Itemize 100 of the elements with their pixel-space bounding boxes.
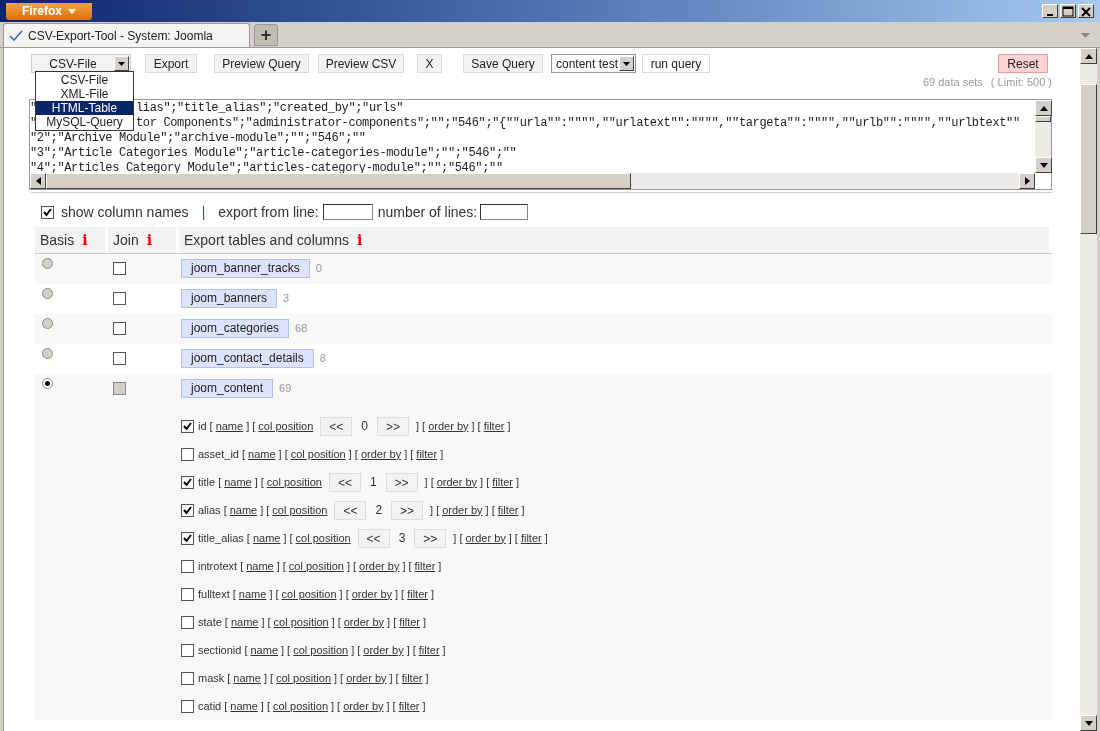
column-link[interactable]: order by xyxy=(436,473,478,491)
radio-button[interactable] xyxy=(42,348,53,359)
input-field[interactable] xyxy=(480,204,529,220)
column-link[interactable]: order by xyxy=(363,641,404,659)
table-name-tag[interactable]: joom_banners xyxy=(181,289,278,308)
close-button[interactable] xyxy=(1078,4,1094,18)
checkbox[interactable] xyxy=(181,615,194,629)
column-link[interactable]: order by xyxy=(465,529,506,547)
checkbox[interactable] xyxy=(181,643,194,657)
checkbox[interactable] xyxy=(181,503,194,517)
checkbox[interactable] xyxy=(41,205,54,219)
scrollbar-thumb[interactable] xyxy=(46,173,631,189)
column-link[interactable]: col position xyxy=(266,473,322,491)
move-right-button[interactable]: >> xyxy=(385,472,418,492)
checkbox[interactable] xyxy=(113,322,126,335)
move-left-button[interactable]: << xyxy=(328,472,361,492)
column-link[interactable]: name xyxy=(229,501,258,519)
move-right-button[interactable]: >> xyxy=(377,416,409,436)
info-icon[interactable]: i xyxy=(146,229,152,251)
scroll-left-button[interactable] xyxy=(30,173,46,189)
move-right-button[interactable]: >> xyxy=(391,500,424,520)
column-link[interactable]: filter xyxy=(418,641,440,659)
column-link[interactable]: name xyxy=(230,613,259,631)
column-link[interactable]: name xyxy=(250,641,278,659)
column-link[interactable]: name xyxy=(233,669,261,687)
toolbar-button[interactable]: Export xyxy=(145,54,197,73)
checkbox[interactable] xyxy=(181,447,194,461)
radio-button[interactable] xyxy=(42,378,53,389)
scroll-up-button[interactable] xyxy=(1035,100,1052,116)
maximize-button[interactable] xyxy=(1060,4,1076,18)
checkbox[interactable] xyxy=(181,671,194,685)
column-link[interactable]: order by xyxy=(343,613,385,631)
column-link[interactable]: order by xyxy=(343,697,384,715)
scrollbar-thumb[interactable] xyxy=(1080,84,1097,234)
column-link[interactable]: name xyxy=(252,529,281,547)
input-field[interactable] xyxy=(322,204,373,220)
column-link[interactable]: order by xyxy=(428,417,469,435)
column-link[interactable]: filter xyxy=(407,585,428,603)
table-name-tag[interactable]: joom_content xyxy=(181,379,274,398)
radio-button[interactable] xyxy=(42,258,53,269)
dropdown-option[interactable]: MySQL-Query xyxy=(36,115,133,129)
column-link[interactable]: name xyxy=(224,473,252,491)
column-link[interactable]: filter xyxy=(398,697,420,715)
textarea-horizontal-scrollbar[interactable] xyxy=(30,173,1035,189)
checkbox[interactable] xyxy=(181,475,194,489)
table-name-tag[interactable]: joom_contact_details xyxy=(181,349,314,368)
checkbox[interactable] xyxy=(181,419,194,433)
scroll-down-button[interactable] xyxy=(1080,715,1097,731)
checkbox[interactable] xyxy=(113,262,126,275)
radio-button[interactable] xyxy=(42,288,53,299)
column-link[interactable]: col position xyxy=(272,501,328,519)
column-link[interactable]: name xyxy=(238,585,267,603)
vertical-scrollbar[interactable] xyxy=(1080,48,1097,731)
column-link[interactable]: col position xyxy=(293,641,349,659)
query-select[interactable]: content test xyxy=(551,54,636,73)
column-link[interactable]: filter xyxy=(414,557,436,575)
column-link[interactable]: order by xyxy=(346,669,387,687)
column-link[interactable]: col position xyxy=(288,557,344,575)
column-link[interactable]: filter xyxy=(483,417,505,435)
column-link[interactable]: filter xyxy=(497,501,519,519)
column-link[interactable]: col position xyxy=(272,697,328,715)
column-link[interactable]: col position xyxy=(295,529,351,547)
column-link[interactable]: filter xyxy=(401,669,423,687)
move-left-button[interactable]: << xyxy=(320,416,353,436)
browser-tab[interactable]: CSV-Export-Tool - System: Joomla xyxy=(3,23,250,47)
column-link[interactable]: name xyxy=(246,557,274,575)
table-name-tag[interactable]: joom_categories xyxy=(181,319,290,338)
toolbar-button[interactable]: Preview CSV xyxy=(318,54,404,73)
minimize-button[interactable] xyxy=(1042,4,1058,18)
checkbox[interactable] xyxy=(181,559,194,573)
move-right-button[interactable]: >> xyxy=(414,528,447,548)
move-left-button[interactable]: << xyxy=(357,528,390,548)
column-link[interactable]: col position xyxy=(273,613,329,631)
column-link[interactable]: col position xyxy=(290,445,346,463)
column-link[interactable]: order by xyxy=(351,585,393,603)
dropdown-option[interactable]: HTML-Table xyxy=(36,101,133,115)
column-link[interactable]: col position xyxy=(281,585,337,603)
column-link[interactable]: filter xyxy=(492,473,513,491)
column-link[interactable]: filter xyxy=(399,613,420,631)
radio-button[interactable] xyxy=(42,318,53,329)
info-icon[interactable]: i xyxy=(357,229,363,251)
toolbar-button[interactable]: Save Query xyxy=(463,54,543,73)
column-link[interactable]: name xyxy=(248,445,276,463)
move-left-button[interactable]: << xyxy=(334,500,367,520)
checkbox[interactable] xyxy=(181,587,194,601)
scroll-up-button[interactable] xyxy=(1080,48,1097,64)
toolbar-button[interactable]: Preview Query xyxy=(214,54,309,73)
column-link[interactable]: col position xyxy=(258,417,314,435)
checkbox[interactable] xyxy=(181,699,194,713)
reset-button[interactable]: Reset xyxy=(998,54,1048,73)
checkbox[interactable] xyxy=(181,531,194,545)
checkbox[interactable] xyxy=(113,352,126,365)
preview-textarea[interactable] xyxy=(29,99,1052,190)
column-link[interactable]: name xyxy=(215,417,244,435)
toolbar-button[interactable]: X xyxy=(417,54,442,73)
scroll-right-button[interactable] xyxy=(1019,173,1035,189)
dropdown-option[interactable]: XML-File xyxy=(36,87,133,101)
table-name-tag[interactable]: joom_banner_tracks xyxy=(181,259,310,278)
column-link[interactable]: order by xyxy=(442,501,483,519)
checkbox[interactable] xyxy=(113,292,126,305)
